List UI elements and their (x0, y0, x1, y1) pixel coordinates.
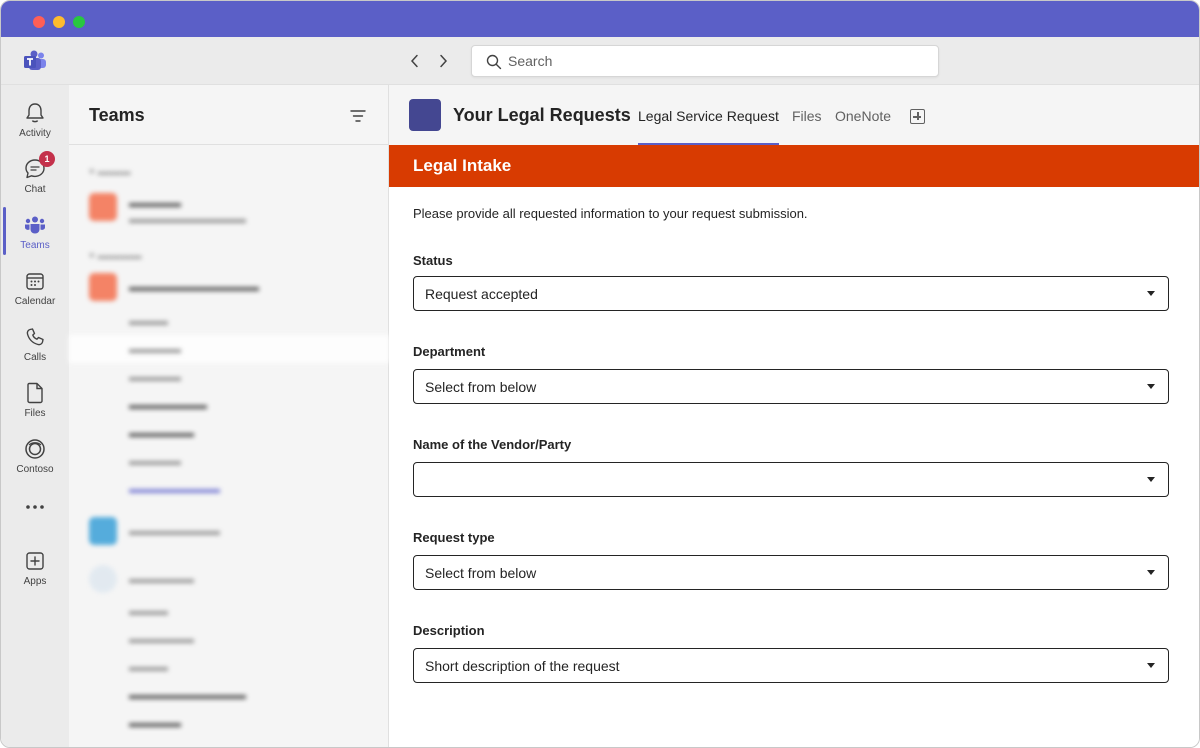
rail-label-calendar: Calendar (14, 296, 56, 307)
rail-item-files[interactable]: Files (1, 375, 69, 431)
blurred-list-item: ▬▬▬▬▬▬▬▬▬ (129, 687, 246, 702)
rail-label-teams: Teams (20, 240, 50, 251)
rail-item-chat[interactable]: 1 Chat (1, 151, 69, 207)
description-dropdown-value: Short description of the request (425, 658, 620, 674)
description-dropdown[interactable]: Short description of the request (413, 648, 1169, 683)
blurred-list-item: ▬▬▬▬▬ (129, 631, 194, 646)
apps-icon (23, 549, 47, 573)
rail-label-chat: Chat (24, 184, 46, 195)
form-banner-title: Legal Intake (413, 156, 512, 175)
contoso-icon (23, 437, 47, 461)
chevron-right-icon (440, 54, 448, 68)
request-type-dropdown[interactable]: Select from below (413, 555, 1169, 590)
app-rail: Activity 1 Chat Teams Calendar Calls Fil… (1, 85, 69, 747)
status-dropdown-value: Request accepted (425, 286, 538, 302)
tab-files[interactable]: Files (792, 108, 822, 145)
rail-label-apps: Apps (23, 576, 47, 587)
caret-down-icon (1147, 384, 1155, 389)
bell-icon (23, 101, 47, 125)
rail-label-activity: Activity (19, 128, 51, 139)
caret-down-icon (1147, 570, 1155, 575)
maximize-window-button[interactable] (73, 16, 85, 28)
rail-label-contoso: Contoso (16, 464, 54, 475)
minimize-window-button[interactable] (53, 16, 65, 28)
teams-panel-title: Teams (89, 105, 145, 125)
teams-icon (23, 213, 47, 237)
teams-window: Activity 1 Chat Teams Calendar Calls (0, 0, 1200, 748)
rail-item-activity[interactable]: Activity (1, 95, 69, 151)
team-avatar (409, 99, 441, 131)
search-icon (486, 54, 502, 70)
search-box[interactable] (471, 45, 939, 77)
status-label: Status (413, 253, 453, 268)
form-banner: Legal Intake (389, 145, 1199, 187)
department-label: Department (413, 344, 486, 359)
filter-icon[interactable] (349, 107, 367, 125)
blurred-section-header: ▾ ▬▬▬ (89, 166, 131, 178)
request-type-label: Request type (413, 530, 495, 545)
back-button[interactable] (405, 51, 425, 71)
blurred-list-item: ▬▬▬▬ (129, 453, 181, 468)
blurred-list-item: ▬▬▬▬▬▬▬▬▬ (129, 211, 246, 226)
rail-label-calls: Calls (23, 352, 47, 363)
phone-icon (23, 325, 47, 349)
chat-unread-badge: 1 (39, 151, 55, 167)
add-tab-icon[interactable] (910, 109, 925, 124)
main-content: Your Legal Requests Legal Service Reques… (389, 85, 1199, 747)
teams-logo-icon (24, 50, 46, 70)
blurred-list-item: ▬▬▬▬▬▬▬▬▬▬ (129, 279, 259, 294)
blurred-list-item: ▬▬▬ (129, 659, 168, 674)
forward-button[interactable] (433, 51, 453, 71)
rail-item-calendar[interactable]: Calendar (1, 263, 69, 319)
rail-item-contoso[interactable]: Contoso (1, 431, 69, 487)
blurred-team-list: ▾ ▬▬▬ ▬▬▬▬ ▬▬▬▬▬▬▬▬▬ ▾ ▬▬▬▬ ▬▬▬▬▬▬▬▬▬▬ ▬… (69, 145, 389, 747)
chevron-left-icon (410, 54, 418, 68)
blurred-list-item: ▬▬▬▬▬▬ (129, 397, 207, 412)
blurred-list-item: ▬▬▬▬▬ (129, 571, 194, 586)
title-bar (1, 1, 1199, 37)
blurred-section-header: ▾ ▬▬▬▬ (89, 250, 142, 262)
blurred-list-item: ▬▬▬ (129, 313, 168, 328)
vendor-dropdown[interactable] (413, 462, 1169, 497)
vendor-label: Name of the Vendor/Party (413, 437, 572, 452)
tab-legal-service-request[interactable]: Legal Service Request (638, 108, 779, 145)
tab-onenote[interactable]: OneNote (835, 108, 891, 145)
description-label: Description (413, 623, 485, 638)
search-input[interactable] (508, 50, 928, 72)
chat-icon: 1 (23, 151, 55, 181)
file-icon (23, 381, 47, 405)
channel-header: Your Legal Requests Legal Service Reques… (389, 85, 1199, 145)
rail-item-teams[interactable]: Teams (1, 207, 69, 263)
top-bar (1, 37, 1199, 85)
rail-item-apps[interactable]: Apps (1, 543, 69, 599)
blurred-list-item: ▬▬▬▬ (129, 715, 181, 730)
teams-list-panel: Teams ▾ ▬▬▬ ▬▬▬▬ ▬▬▬▬▬▬▬▬▬ ▾ ▬▬▬▬ ▬▬▬▬▬▬… (69, 85, 389, 747)
blurred-list-item: ▬▬▬▬ (129, 369, 181, 384)
blurred-list-item: ▬▬▬▬▬▬▬ (129, 523, 220, 538)
form-intro-text: Please provide all requested information… (413, 206, 808, 221)
calendar-icon (23, 269, 47, 293)
caret-down-icon (1147, 291, 1155, 296)
blurred-list-item: ▬▬▬ (129, 603, 168, 618)
more-icon (23, 495, 47, 519)
department-dropdown[interactable]: Select from below (413, 369, 1169, 404)
request-type-dropdown-value: Select from below (425, 565, 537, 581)
rail-label-files: Files (24, 408, 46, 419)
department-dropdown-value: Select from below (425, 379, 537, 395)
caret-down-icon (1147, 477, 1155, 482)
close-window-button[interactable] (33, 16, 45, 28)
rail-item-more[interactable] (1, 489, 69, 545)
blurred-list-item: ▬▬▬▬ (69, 335, 389, 363)
blurred-list-item: ▬▬▬▬▬▬▬ (129, 481, 220, 496)
status-dropdown[interactable]: Request accepted (413, 276, 1169, 311)
blurred-list-item: ▬▬▬▬▬ (129, 425, 194, 440)
rail-item-calls[interactable]: Calls (1, 319, 69, 375)
caret-down-icon (1147, 663, 1155, 668)
team-title: Your Legal Requests (453, 105, 631, 125)
